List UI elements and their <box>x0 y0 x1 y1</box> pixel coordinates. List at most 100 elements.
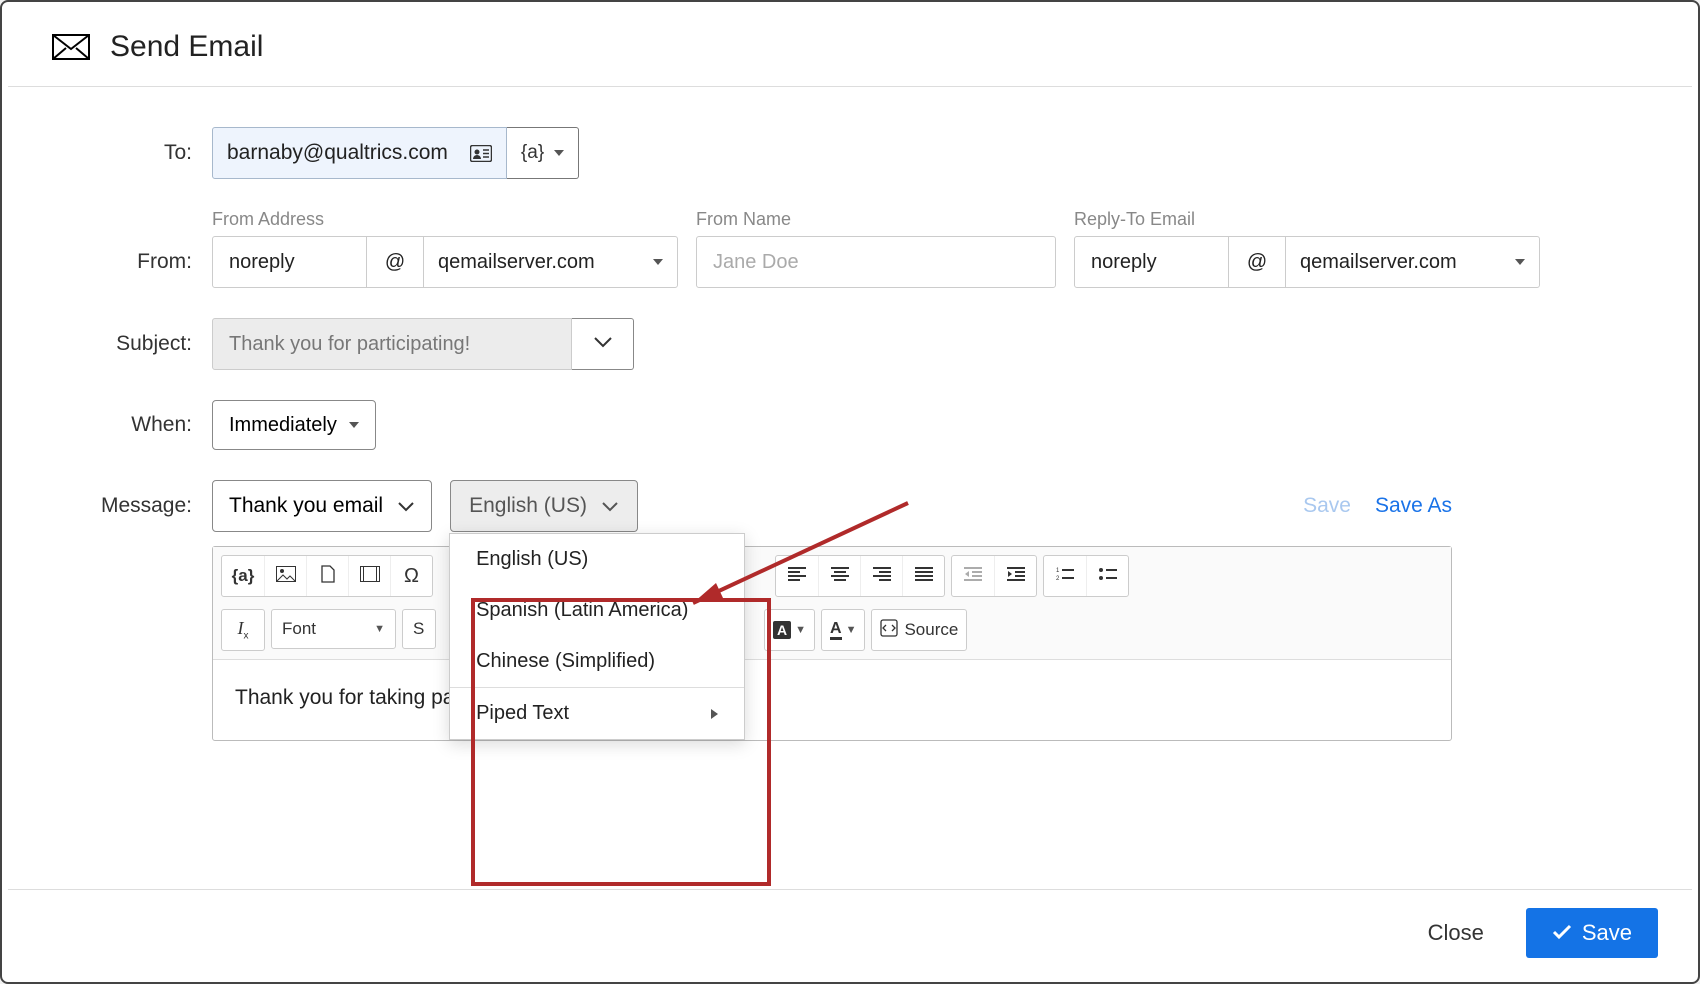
align-center-icon <box>831 566 849 586</box>
reply-to-at-symbol: @ <box>1229 236 1285 288</box>
align-justify-icon <box>915 566 933 586</box>
chevron-down-icon <box>349 422 359 428</box>
chevron-down-icon <box>593 335 613 353</box>
reply-to-local-input[interactable] <box>1074 236 1229 288</box>
reply-to-column: Reply-To Email @ qemailserver.com <box>1074 209 1540 288</box>
caret-down-icon: ▼ <box>374 623 385 635</box>
chevron-right-icon <box>711 709 718 719</box>
message-template-value: Thank you email <box>229 494 383 518</box>
close-button[interactable]: Close <box>1410 910 1502 956</box>
svg-text:1: 1 <box>1056 568 1060 574</box>
chevron-down-icon <box>601 494 619 518</box>
to-label: To: <box>52 141 212 165</box>
toolbar-text-color-button[interactable]: A ▼ <box>822 610 864 650</box>
subject-row: Subject: Thank you for participating! <box>52 318 1648 370</box>
chevron-down-icon <box>397 494 415 518</box>
chevron-down-icon <box>1515 259 1525 265</box>
check-icon <box>1552 920 1572 946</box>
editor-body[interactable]: Thank you for taking par <box>213 660 1451 740</box>
to-recipient-chip[interactable]: barnaby@qualtrics.com <box>212 127 507 179</box>
toolbar-indent-button[interactable] <box>994 556 1036 596</box>
toolbar-align-center-button[interactable] <box>818 556 860 596</box>
language-option[interactable]: Spanish (Latin America) <box>450 585 744 636</box>
modal-footer: Close Save <box>8 889 1692 976</box>
bullet-list-icon <box>1099 566 1117 586</box>
piped-text-label: {a} <box>521 142 544 164</box>
toolbar-image-button[interactable] <box>264 556 306 596</box>
toolbar-numbered-list-button[interactable]: 12 <box>1044 556 1086 596</box>
from-local-input[interactable] <box>212 236 367 288</box>
toolbar-size-select[interactable]: S <box>402 609 436 649</box>
outdent-icon <box>964 566 982 586</box>
image-icon <box>276 566 296 587</box>
message-label: Message: <box>52 494 212 518</box>
toolbar-align-right-button[interactable] <box>860 556 902 596</box>
numbered-list-icon: 12 <box>1056 566 1074 586</box>
toolbar-video-button[interactable] <box>348 556 390 596</box>
message-template-select[interactable]: Thank you email <box>212 480 432 532</box>
from-address-label: From Address <box>212 209 678 230</box>
from-name-label: From Name <box>696 209 1056 230</box>
message-language-value: English (US) <box>469 494 587 518</box>
align-left-icon <box>788 566 806 586</box>
from-name-column: From Name <box>696 209 1056 288</box>
message-editor: {a} Ω <box>212 546 1452 741</box>
file-icon <box>320 565 336 588</box>
from-address-column: From Address @ qemailserver.com <box>212 209 678 288</box>
subject-dropdown-button[interactable] <box>572 318 634 370</box>
toolbar-piped-text-button[interactable]: {a} <box>222 556 264 596</box>
envelope-icon <box>52 34 90 60</box>
when-value: Immediately <box>229 414 337 437</box>
toolbar-outdent-button[interactable] <box>952 556 994 596</box>
toolbar-font-select[interactable]: Font ▼ <box>271 609 396 649</box>
from-at-symbol: @ <box>367 236 423 288</box>
toolbar-remove-format-button[interactable]: Ix <box>222 610 264 650</box>
text-color-icon: A <box>830 621 842 640</box>
chevron-down-icon <box>554 150 564 156</box>
toolbar-source-button[interactable]: Source <box>872 610 966 650</box>
to-recipient-value: barnaby@qualtrics.com <box>227 141 448 165</box>
modal-content: To: barnaby@qualtrics.com {a} <box>8 87 1692 889</box>
toolbar-special-char-button[interactable]: Ω <box>390 556 432 596</box>
save-button[interactable]: Save <box>1526 908 1658 958</box>
when-label: When: <box>52 413 212 437</box>
caret-down-icon: ▼ <box>795 624 806 636</box>
remove-format-icon: Ix <box>238 618 249 642</box>
language-option[interactable]: Chinese (Simplified) <box>450 636 744 687</box>
message-save-as-link[interactable]: Save As <box>1375 494 1452 518</box>
when-select[interactable]: Immediately <box>212 400 376 450</box>
editor-toolbar: {a} Ω <box>213 547 1451 660</box>
modal-header: Send Email <box>8 8 1692 87</box>
language-option[interactable]: English (US) <box>450 534 744 585</box>
subject-label: Subject: <box>52 332 212 356</box>
video-icon <box>360 566 380 587</box>
from-domain-select[interactable]: qemailserver.com <box>423 236 678 288</box>
reply-to-label: Reply-To Email <box>1074 209 1540 230</box>
message-row: Message: Thank you email English (US) En… <box>52 480 1648 532</box>
bg-color-icon: A <box>773 621 791 639</box>
omega-icon: Ω <box>404 565 419 588</box>
toolbar-align-left-button[interactable] <box>776 556 818 596</box>
toolbar-file-button[interactable] <box>306 556 348 596</box>
reply-to-domain-select[interactable]: qemailserver.com <box>1285 236 1540 288</box>
toolbar-align-justify-button[interactable] <box>902 556 944 596</box>
message-save-link[interactable]: Save <box>1303 494 1351 518</box>
language-dropdown-menu: English (US) Spanish (Latin America) Chi… <box>449 533 745 740</box>
modal-title: Send Email <box>110 30 263 64</box>
from-row: From: From Address @ qemailserver.com <box>52 209 1648 288</box>
piped-text-submenu[interactable]: Piped Text <box>450 687 744 739</box>
align-right-icon <box>873 566 891 586</box>
from-name-input[interactable] <box>696 236 1056 288</box>
subject-input[interactable]: Thank you for participating! <box>212 318 572 370</box>
chevron-down-icon <box>653 259 663 265</box>
source-icon <box>880 619 898 642</box>
toolbar-bullet-list-button[interactable] <box>1086 556 1128 596</box>
send-email-modal: Send Email To: barnaby@qualtrics.com <box>8 8 1692 976</box>
message-language-select[interactable]: English (US) English (US) Spanish (Latin… <box>450 480 638 532</box>
from-label: From: <box>52 250 212 288</box>
svg-text:2: 2 <box>1056 576 1060 581</box>
to-piped-text-button[interactable]: {a} <box>507 127 579 179</box>
caret-down-icon: ▼ <box>846 624 857 636</box>
contact-card-icon <box>470 145 492 162</box>
toolbar-bg-color-button[interactable]: A ▼ <box>765 610 814 650</box>
